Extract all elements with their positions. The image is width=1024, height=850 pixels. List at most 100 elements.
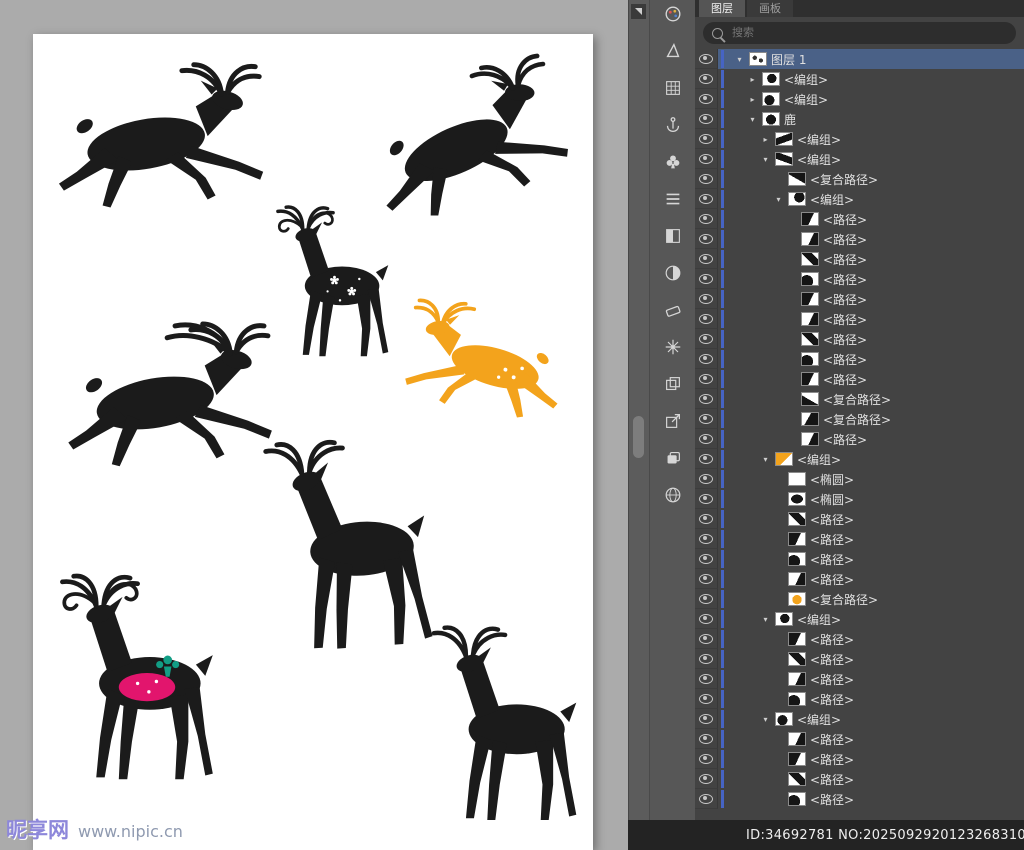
search-box[interactable] (703, 22, 1016, 44)
contrast-icon[interactable] (662, 262, 684, 284)
visibility-toggle[interactable] (695, 389, 718, 409)
visibility-toggle[interactable] (695, 789, 718, 809)
layer-row[interactable]: ▸<编组> (695, 89, 1024, 109)
layer-row[interactable]: ▸<编组> (695, 69, 1024, 89)
layer-row[interactable]: <复合路径> (695, 169, 1024, 189)
visibility-toggle[interactable] (695, 769, 718, 789)
layer-row[interactable]: <路径> (695, 569, 1024, 589)
visibility-toggle[interactable] (695, 529, 718, 549)
visibility-toggle[interactable] (695, 669, 718, 689)
layer-row[interactable]: <路径> (695, 549, 1024, 569)
layer-row[interactable]: <路径> (695, 229, 1024, 249)
sail-icon[interactable] (662, 40, 684, 62)
layer-row[interactable]: <路径> (695, 209, 1024, 229)
visibility-toggle[interactable] (695, 229, 718, 249)
search-input[interactable] (730, 26, 1007, 40)
expand-arrow[interactable]: ▸ (747, 75, 758, 84)
tab-layers[interactable]: 图层 (699, 0, 745, 17)
layer-row[interactable]: <复合路径> (695, 409, 1024, 429)
layer-row[interactable]: <路径> (695, 529, 1024, 549)
layer-row[interactable]: ▾<编组> (695, 449, 1024, 469)
layer-row[interactable]: ▾<编组> (695, 709, 1024, 729)
expand-arrow[interactable]: ▾ (734, 55, 745, 64)
visibility-toggle[interactable] (695, 129, 718, 149)
layer-row[interactable]: <路径> (695, 329, 1024, 349)
visibility-toggle[interactable] (695, 149, 718, 169)
layer-row[interactable]: <路径> (695, 749, 1024, 769)
layer-row[interactable]: ▾鹿 (695, 109, 1024, 129)
scrollbar-thumb[interactable] (633, 416, 644, 458)
visibility-toggle[interactable] (695, 489, 718, 509)
layer-row[interactable]: <路径> (695, 629, 1024, 649)
visibility-toggle[interactable] (695, 49, 718, 69)
grid-icon[interactable] (662, 77, 684, 99)
expand-arrow[interactable]: ▸ (747, 95, 758, 104)
layer-row[interactable]: <路径> (695, 669, 1024, 689)
visibility-toggle[interactable] (695, 109, 718, 129)
visibility-toggle[interactable] (695, 409, 718, 429)
visibility-toggle[interactable] (695, 569, 718, 589)
expand-arrow[interactable]: ▾ (773, 195, 784, 204)
visibility-toggle[interactable] (695, 289, 718, 309)
expand-arrow[interactable]: ▾ (760, 455, 771, 464)
visibility-toggle[interactable] (695, 309, 718, 329)
layer-row[interactable]: <路径> (695, 769, 1024, 789)
layer-row[interactable]: ▸<编组> (695, 129, 1024, 149)
expand-arrow[interactable]: ▸ (760, 135, 771, 144)
gradient-icon[interactable] (662, 225, 684, 247)
visibility-toggle[interactable] (695, 709, 718, 729)
layer-row[interactable]: ▾图层 1 (695, 49, 1024, 69)
expand-arrow[interactable]: ▾ (760, 615, 771, 624)
layer-row[interactable]: <路径> (695, 729, 1024, 749)
layer-row[interactable]: <椭圆> (695, 469, 1024, 489)
layer-row[interactable]: <路径> (695, 249, 1024, 269)
standing-deer-bottom-right[interactable] (425, 610, 603, 845)
sphere-icon[interactable] (662, 484, 684, 506)
layer-row[interactable]: <复合路径> (695, 389, 1024, 409)
visibility-toggle[interactable] (695, 69, 718, 89)
export-icon[interactable] (662, 410, 684, 432)
eraser-icon[interactable] (662, 299, 684, 321)
layer-row[interactable]: ▾<编组> (695, 189, 1024, 209)
club-icon[interactable] (662, 151, 684, 173)
expand-arrow[interactable]: ▾ (760, 715, 771, 724)
menu-icon[interactable] (662, 188, 684, 210)
visibility-toggle[interactable] (695, 469, 718, 489)
layer-row[interactable]: <路径> (695, 689, 1024, 709)
ornate-deer-bottom-left[interactable] (53, 539, 241, 824)
palette-icon[interactable] (662, 3, 684, 25)
visibility-toggle[interactable] (695, 189, 718, 209)
snowflake-icon[interactable] (662, 336, 684, 358)
visibility-toggle[interactable] (695, 269, 718, 289)
visibility-toggle[interactable] (695, 449, 718, 469)
layer-row[interactable]: <路径> (695, 509, 1024, 529)
layer-row[interactable]: ▾<编组> (695, 609, 1024, 629)
layer-row[interactable]: <路径> (695, 649, 1024, 669)
visibility-toggle[interactable] (695, 429, 718, 449)
anchor-icon[interactable] (662, 114, 684, 136)
visibility-toggle[interactable] (695, 249, 718, 269)
layer-row[interactable]: <路径> (695, 309, 1024, 329)
leaping-deer-top-left[interactable] (55, 60, 283, 230)
visibility-toggle[interactable] (695, 329, 718, 349)
visibility-toggle[interactable] (695, 209, 718, 229)
layer-row[interactable]: <路径> (695, 789, 1024, 809)
visibility-toggle[interactable] (695, 749, 718, 769)
layers-copy-icon[interactable] (662, 447, 684, 469)
layer-row[interactable]: <路径> (695, 289, 1024, 309)
visibility-toggle[interactable] (695, 629, 718, 649)
visibility-toggle[interactable] (695, 369, 718, 389)
layer-row[interactable]: <复合路径> (695, 589, 1024, 609)
artboard[interactable] (33, 34, 593, 850)
tab-artboards[interactable]: 画板 (747, 0, 793, 17)
visibility-toggle[interactable] (695, 89, 718, 109)
visibility-toggle[interactable] (695, 689, 718, 709)
visibility-toggle[interactable] (695, 609, 718, 629)
visibility-toggle[interactable] (695, 509, 718, 529)
layer-row[interactable]: <路径> (695, 429, 1024, 449)
layer-row[interactable]: <路径> (695, 269, 1024, 289)
vertical-scrollbar[interactable] (628, 0, 649, 850)
overlap-squares-icon[interactable] (662, 373, 684, 395)
visibility-toggle[interactable] (695, 169, 718, 189)
layer-row[interactable]: <路径> (695, 369, 1024, 389)
